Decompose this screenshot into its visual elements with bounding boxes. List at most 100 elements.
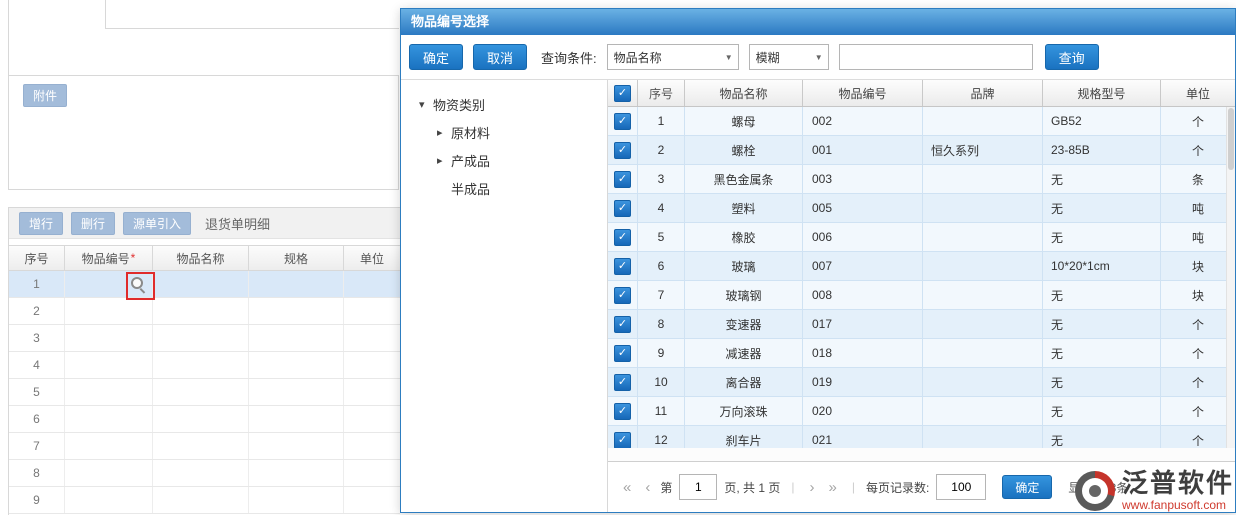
row-checkbox[interactable]: ✓ (614, 112, 631, 130)
page-input[interactable] (679, 474, 718, 500)
select-all-checkbox[interactable]: ✓ (614, 84, 631, 102)
triangle-right-icon[interactable]: ▸ (437, 126, 451, 139)
table-cell (65, 379, 153, 405)
table-row[interactable]: 2 (9, 298, 400, 325)
table-cell (344, 460, 400, 486)
grid-row[interactable]: ✓ 4 塑料 005 无 吨 (608, 194, 1235, 223)
fanpu-watermark: 泛普软件 www.fanpusoft.com (1074, 469, 1234, 512)
cell-no: 4 (638, 194, 685, 222)
grid-row[interactable]: ✓ 7 玻璃钢 008 无 块 (608, 281, 1235, 310)
tree-node-finished-product[interactable]: ▸ 产成品 (401, 146, 607, 174)
table-cell (249, 352, 344, 378)
confirm-button[interactable]: 确定 (409, 44, 464, 70)
grid-row[interactable]: ✓ 1 螺母 002 GB52 个 (608, 107, 1235, 136)
row-checkbox[interactable]: ✓ (614, 286, 631, 304)
dialog-titlebar[interactable]: 物品编号选择 (401, 9, 1235, 35)
row-checkbox[interactable]: ✓ (614, 257, 631, 275)
next-page-icon[interactable]: › (810, 479, 815, 496)
cell-code: 001 (803, 136, 923, 164)
grid-row[interactable]: ✓ 9 减速器 018 无 个 (608, 339, 1235, 368)
field-select[interactable]: 物品名称 ▼ (606, 44, 739, 70)
tree-node-material-category[interactable]: ▾ 物资类别 (401, 90, 607, 118)
cell-name: 万向滚珠 (685, 397, 803, 425)
table-cell (153, 460, 249, 486)
row-checkbox[interactable]: ✓ (614, 373, 631, 391)
vertical-scrollbar[interactable] (1226, 107, 1235, 448)
grid-row[interactable]: ✓ 12 刹车片 021 无 个 (608, 426, 1235, 448)
table-row[interactable]: 9 (9, 487, 400, 514)
prev-page-icon[interactable]: ‹ (645, 479, 650, 496)
grid-row[interactable]: ✓ 5 橡胶 006 无 吨 (608, 223, 1235, 252)
separator: | (791, 480, 795, 494)
row-checkbox[interactable]: ✓ (614, 228, 631, 246)
tree-node-semi-finished[interactable]: 半成品 (401, 174, 607, 202)
table-row[interactable]: 8 (9, 460, 400, 487)
table-cell (153, 271, 249, 297)
table-cell (344, 406, 400, 432)
attachment-button[interactable]: 附件 (23, 84, 68, 107)
table-cell (153, 433, 249, 459)
column-header-spec: 规格型号 (1043, 80, 1161, 106)
row-checkbox[interactable]: ✓ (614, 141, 631, 159)
search-input[interactable] (838, 44, 1033, 70)
cell-name: 刹车片 (685, 426, 803, 448)
table-row[interactable]: 6 (9, 406, 400, 433)
cell-unit: 吨 (1191, 201, 1204, 216)
cell-code: 017 (803, 310, 923, 338)
check-icon: ✓ (617, 230, 628, 243)
match-mode-select[interactable]: 模糊 ▼ (748, 44, 829, 70)
detail-title: 退货单明细 (205, 216, 271, 232)
grid-row[interactable]: ✓ 8 变速器 017 无 个 (608, 310, 1235, 339)
table-row[interactable]: 3 (9, 325, 400, 352)
grid-row[interactable]: ✓ 10 离合器 019 无 个 (608, 368, 1235, 397)
column-header-no: 序号 (9, 246, 65, 270)
triangle-down-icon[interactable]: ▾ (419, 98, 433, 111)
cell-brand (923, 107, 1043, 135)
row-number: 1 (9, 271, 65, 297)
cell-code: 007 (803, 252, 923, 280)
check-icon: ✓ (617, 143, 628, 156)
last-page-icon[interactable]: » (829, 479, 837, 496)
row-checkbox[interactable]: ✓ (614, 199, 631, 217)
per-page-input[interactable] (936, 474, 987, 500)
scrollbar-thumb[interactable] (1228, 108, 1234, 170)
column-header-code: 物品编号 * (65, 246, 153, 270)
row-checkbox[interactable]: ✓ (614, 170, 631, 188)
cell-spec: 无 (1043, 223, 1161, 251)
page-suffix-label: 页, 共 1 页 (724, 480, 781, 495)
add-row-button[interactable]: 增行 (19, 211, 64, 235)
row-number: 5 (9, 379, 65, 405)
cell-brand (923, 223, 1043, 251)
check-icon: ✓ (617, 433, 628, 446)
grid-row[interactable]: ✓ 11 万向滚珠 020 无 个 (608, 397, 1235, 426)
table-row[interactable]: 1 (9, 271, 400, 298)
table-cell (249, 271, 344, 297)
cell-unit: 个 (1191, 404, 1204, 419)
grid-row[interactable]: ✓ 6 玻璃 007 10*20*1cm 块 (608, 252, 1235, 281)
pager-confirm-button[interactable]: 确定 (1002, 475, 1053, 499)
cell-name: 黑色金属条 (685, 165, 803, 193)
cell-spec: GB52 (1043, 107, 1161, 135)
row-checkbox[interactable]: ✓ (614, 344, 631, 362)
tree-node-raw-material[interactable]: ▸ 原材料 (401, 118, 607, 146)
query-button[interactable]: 查询 (1044, 44, 1099, 70)
table-row[interactable]: 4 (9, 352, 400, 379)
cell-brand: 恒久系列 (923, 136, 1043, 164)
row-checkbox[interactable]: ✓ (614, 402, 631, 420)
cancel-button[interactable]: 取消 (473, 44, 528, 70)
grid-row[interactable]: ✓ 2 螺栓 001 恒久系列 23-85B 个 (608, 136, 1235, 165)
triangle-right-icon[interactable]: ▸ (437, 154, 451, 167)
first-page-icon[interactable]: « (623, 479, 631, 496)
chevron-down-icon: ▼ (724, 52, 733, 62)
cell-spec: 无 (1043, 194, 1161, 222)
row-checkbox[interactable]: ✓ (614, 315, 631, 333)
source-import-button[interactable]: 源单引入 (123, 211, 192, 235)
delete-row-button[interactable]: 删行 (71, 211, 116, 235)
table-cell (249, 460, 344, 486)
grid-row[interactable]: ✓ 3 黑色金属条 003 无 条 (608, 165, 1235, 194)
table-row[interactable]: 7 (9, 433, 400, 460)
cell-unit: 个 (1191, 317, 1204, 332)
cell-spec: 无 (1043, 368, 1161, 396)
table-row[interactable]: 5 (9, 379, 400, 406)
row-checkbox[interactable]: ✓ (614, 431, 631, 448)
